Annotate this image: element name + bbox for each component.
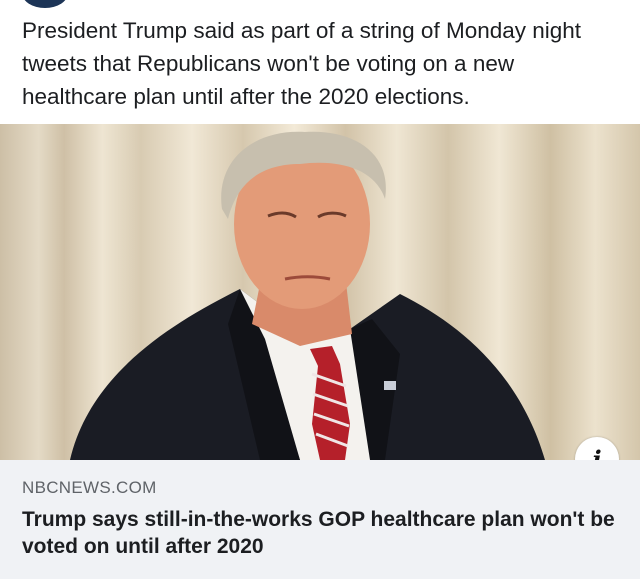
link-headline[interactable]: Trump says still-in-the-works GOP health… <box>22 506 622 560</box>
avatar[interactable] <box>22 0 68 8</box>
link-domain: NBCNEWS.COM <box>22 478 157 497</box>
link-preview-image[interactable] <box>0 124 640 460</box>
portrait-illustration <box>70 131 545 460</box>
post-text: President Trump said as part of a string… <box>22 18 582 109</box>
